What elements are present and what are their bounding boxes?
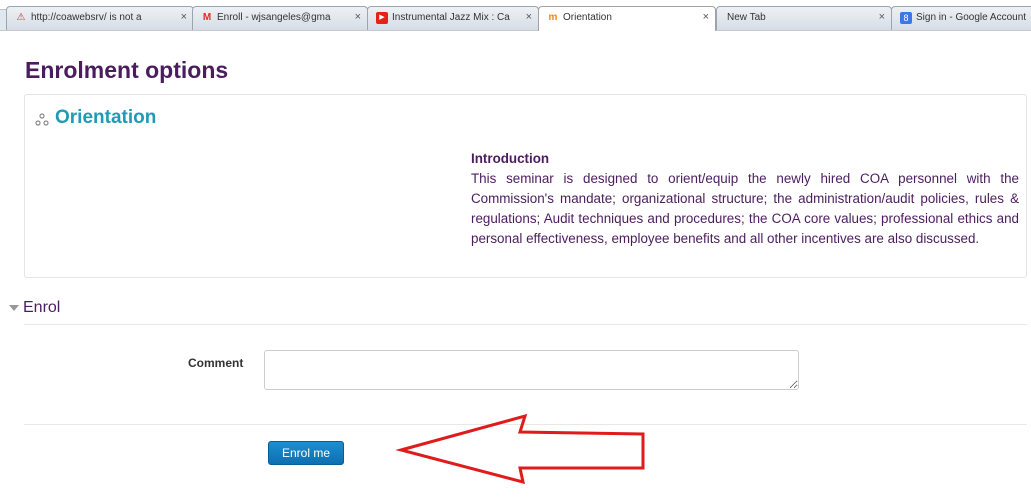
comment-field[interactable] xyxy=(264,350,799,390)
close-tab-icon[interactable]: × xyxy=(355,11,361,23)
close-tab-icon[interactable]: × xyxy=(879,11,885,23)
tab-title: Instrumental Jazz Mix : Ca xyxy=(392,12,510,23)
tab-title: Orientation xyxy=(563,12,612,23)
tab-gmail[interactable]: M Enroll - wjsangeles@gma × xyxy=(192,6,368,30)
divider xyxy=(24,324,1027,325)
summary-heading: Introduction xyxy=(471,151,550,166)
page-title: Enrolment options xyxy=(25,57,229,83)
moodle-icon: m xyxy=(548,12,558,23)
comment-label: Comment xyxy=(188,356,244,370)
tab-title: http://coawebsrv/ is not a xyxy=(31,12,142,23)
tab-title: Sign in - Google Account xyxy=(916,12,1027,23)
warning-icon: ⚠ xyxy=(16,12,26,23)
google-icon: 8 xyxy=(900,12,912,24)
course-icon xyxy=(35,111,49,126)
enrol-legend: Enrol xyxy=(23,299,61,316)
close-tab-icon[interactable]: × xyxy=(703,11,709,23)
tab-title: Enroll - wjsangeles@gma xyxy=(217,12,331,23)
tab-orientation[interactable]: m Orientation × xyxy=(538,6,716,31)
course-name-link[interactable]: Orientation xyxy=(35,107,156,129)
red-arrow-annotation xyxy=(395,413,645,484)
enrol-me-button[interactable]: Enrol me xyxy=(268,441,344,465)
summary-text: This seminar is designed to orient/equip… xyxy=(471,171,1019,246)
course-summary: Introduction This seminar is designed to… xyxy=(471,149,1019,249)
close-tab-icon[interactable]: × xyxy=(526,11,532,23)
enrol-section-toggle[interactable]: Enrol xyxy=(9,299,60,317)
tab-new-tab[interactable]: New Tab × xyxy=(716,6,892,30)
tab-youtube[interactable]: ▶ Instrumental Jazz Mix : Ca × xyxy=(367,6,539,30)
course-name: Orientation xyxy=(55,107,157,128)
tab-coawebsrv[interactable]: ⚠ http://coawebsrv/ is not a × xyxy=(6,6,194,30)
close-tab-icon[interactable]: × xyxy=(181,11,187,23)
course-box: Orientation Introduction This seminar is… xyxy=(24,94,1027,278)
tab-title: New Tab xyxy=(727,12,766,23)
tab-google-sign-in[interactable]: 8 Sign in - Google Account xyxy=(891,6,1031,30)
gmail-icon: M xyxy=(202,12,212,23)
collapse-triangle-icon xyxy=(9,305,19,311)
youtube-icon: ▶ xyxy=(376,12,388,24)
browser-tab-strip: ⚠ http://coawebsrv/ is not a × M Enroll … xyxy=(0,0,1031,31)
